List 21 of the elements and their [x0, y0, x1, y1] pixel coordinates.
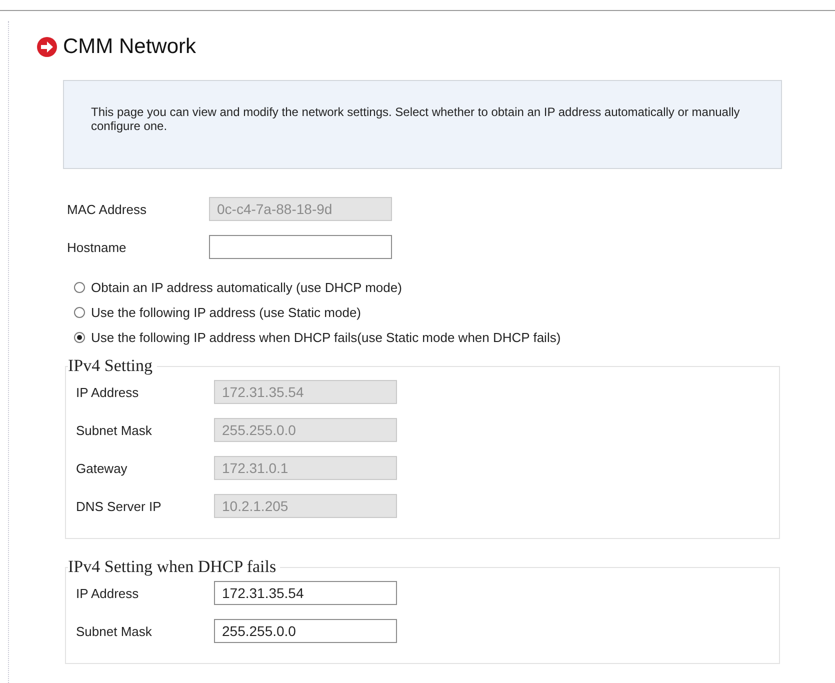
radio-button[interactable] — [74, 332, 85, 343]
field-label: Gateway — [76, 460, 128, 476]
field-label: Subnet Mask — [76, 422, 153, 438]
field-label: Hostname — [67, 240, 128, 254]
text-field[interactable]: 255.255.0.0 — [214, 619, 397, 643]
text-field[interactable]: 172.31.35.54 — [214, 581, 397, 605]
field-label: Subnet Mask — [76, 624, 153, 638]
group-legend: IPv4 Setting when DHCP fails — [68, 557, 280, 577]
text-field[interactable] — [209, 235, 392, 259]
field-label: DNS Server IP — [76, 498, 162, 514]
group-legend: IPv4 Setting — [68, 356, 157, 376]
radio-label: Use the following IP address when DHCP fails(use Static mode when DHCP fails) — [91, 329, 561, 347]
info-text: This page you can view and modify the network settings. Select whether to obtain an IP address automatically or manually configure one. — [91, 105, 741, 133]
page-title: CMM Network — [63, 35, 196, 59]
field-label: IP Address — [76, 586, 140, 600]
radio-button[interactable] — [74, 282, 85, 293]
radio-label: Use the following IP address (use Static mode) — [91, 304, 362, 322]
radio-label: Obtain an IP address automatically (use DHCP mode) — [91, 279, 402, 297]
field-label: MAC Address — [67, 202, 148, 216]
radio-button[interactable] — [74, 307, 85, 318]
field-label: IP Address — [76, 384, 140, 400]
